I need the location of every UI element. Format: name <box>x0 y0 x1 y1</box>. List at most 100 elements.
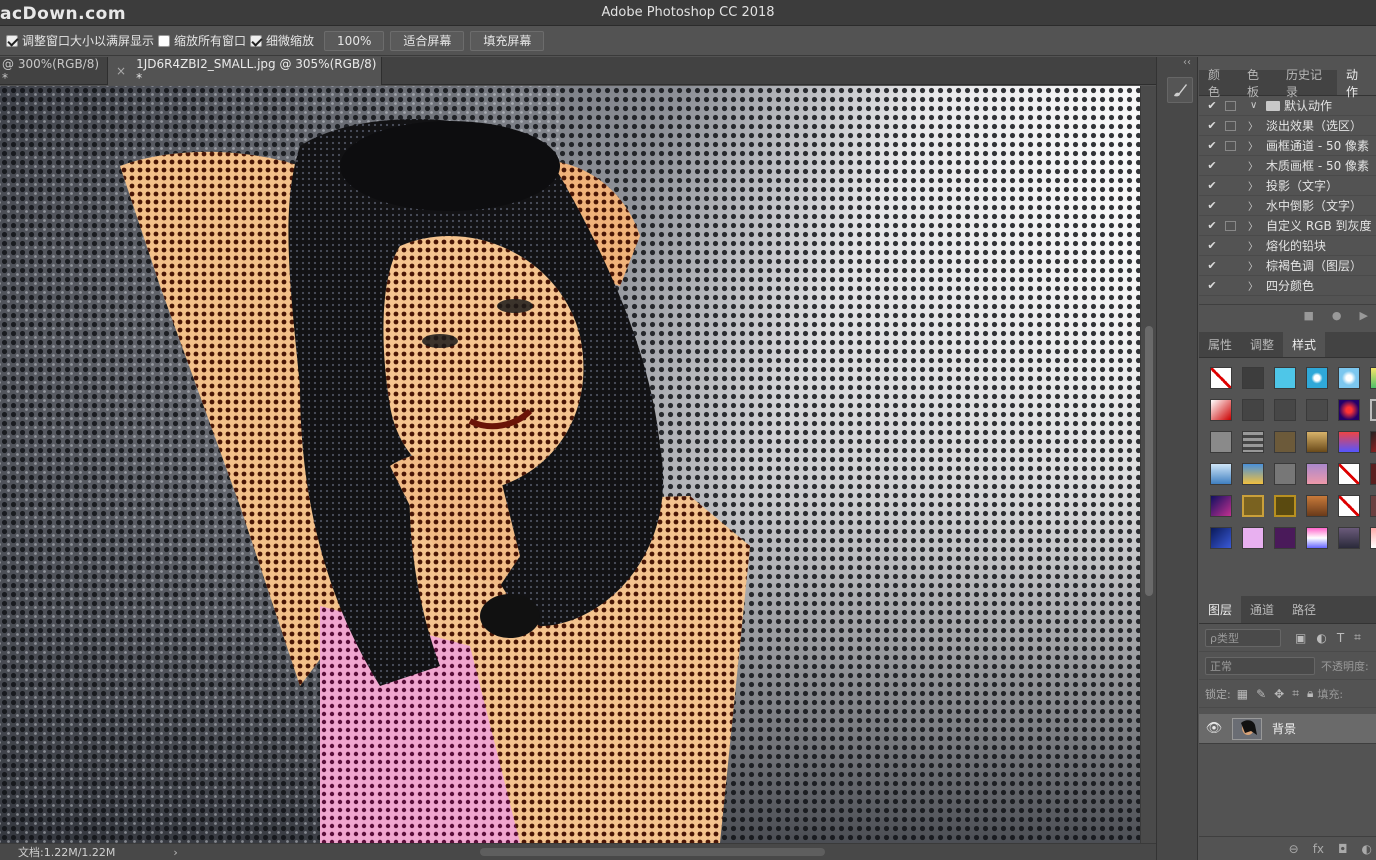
action-row[interactable]: ✔ 〉自定义 RGB 到灰度 <box>1199 216 1376 236</box>
lock-all-icon[interactable]: 🔒︎ <box>1307 686 1313 701</box>
document-canvas[interactable] <box>0 86 1140 843</box>
style-swatch[interactable] <box>1242 495 1264 517</box>
brush-preset-button[interactable] <box>1167 77 1193 103</box>
stop-icon[interactable]: ■ <box>1304 309 1314 322</box>
style-swatch[interactable] <box>1370 495 1376 517</box>
style-swatch[interactable] <box>1210 367 1232 389</box>
fill-screen-button[interactable]: 填充屏幕 <box>470 30 545 51</box>
chevron-right-icon[interactable]: 〉 <box>1248 238 1258 253</box>
shape-filter-icon[interactable]: ⌗ <box>1354 630 1361 645</box>
chevron-right-icon[interactable]: 〉 <box>1248 158 1258 173</box>
tab-swatches[interactable]: 色板 <box>1238 68 1277 99</box>
style-swatch[interactable] <box>1370 399 1376 421</box>
fit-screen-button[interactable]: 适合屏幕 <box>390 30 465 51</box>
zoom-all-windows-checkbox[interactable]: 缩放所有窗口 <box>158 32 246 49</box>
status-menu-arrow-icon[interactable]: › <box>173 846 177 859</box>
canvas-horizontal-scrollbar[interactable] <box>480 848 825 856</box>
scrollbar-thumb[interactable] <box>1145 326 1153 596</box>
chevron-right-icon[interactable]: 〉 <box>1248 138 1258 153</box>
dialog-toggle-icon[interactable] <box>1225 181 1236 191</box>
check-icon[interactable]: ✔ <box>1205 179 1219 192</box>
style-swatch[interactable] <box>1338 527 1360 549</box>
tab-channels[interactable]: 通道 <box>1241 596 1283 623</box>
image-filter-icon[interactable]: ▣ <box>1295 631 1306 645</box>
style-swatch[interactable] <box>1338 367 1360 389</box>
style-swatch[interactable] <box>1274 367 1296 389</box>
style-swatch[interactable] <box>1210 399 1232 421</box>
action-row[interactable]: ✔ 〉画框通道 - 50 像素 <box>1199 136 1376 156</box>
link-layers-icon[interactable]: ⊖ <box>1289 842 1299 856</box>
style-swatch[interactable] <box>1370 527 1376 549</box>
resize-windows-checkbox[interactable]: 调整窗口大小以满屏显示 <box>6 32 154 49</box>
document-tab-active[interactable]: × 1JD6R4ZBI2_SMALL.jpg @ 305%(RGB/8) * <box>108 57 382 85</box>
style-swatch[interactable] <box>1338 431 1360 453</box>
style-swatch[interactable] <box>1242 463 1264 485</box>
style-swatch[interactable] <box>1306 463 1328 485</box>
style-swatch[interactable] <box>1242 431 1264 453</box>
style-swatch[interactable] <box>1338 495 1360 517</box>
action-set-row[interactable]: ✔ ∨ 默认动作 <box>1199 96 1376 116</box>
style-swatch[interactable] <box>1210 495 1232 517</box>
tab-layers[interactable]: 图层 <box>1199 596 1242 623</box>
action-row[interactable]: ✔ 〉四分颜色 <box>1199 276 1376 296</box>
dialog-toggle-icon[interactable] <box>1225 161 1236 171</box>
style-swatch[interactable] <box>1274 431 1296 453</box>
lock-position-icon[interactable]: ✥ <box>1274 687 1284 701</box>
check-icon[interactable]: ✔ <box>1205 139 1219 152</box>
style-swatch[interactable] <box>1242 367 1264 389</box>
dialog-toggle-icon[interactable] <box>1225 201 1236 211</box>
eye-icon[interactable]: 👁︎ <box>1199 721 1229 736</box>
style-swatch[interactable] <box>1274 399 1296 421</box>
chevron-right-icon[interactable]: 〉 <box>1248 278 1258 293</box>
lock-artboard-icon[interactable]: ⌗ <box>1292 686 1299 701</box>
action-row[interactable]: ✔ 〉熔化的铅块 <box>1199 236 1376 256</box>
layer-mask-icon[interactable]: ◘ <box>1338 842 1348 856</box>
layer-row-background[interactable]: 👁︎ 背景 <box>1199 714 1376 744</box>
style-swatch[interactable] <box>1306 399 1328 421</box>
dialog-toggle-icon[interactable] <box>1225 220 1236 231</box>
style-swatch[interactable] <box>1338 399 1360 421</box>
style-swatch[interactable] <box>1210 463 1232 485</box>
action-row[interactable]: ✔ 〉投影（文字） <box>1199 176 1376 196</box>
check-icon[interactable]: ✔ <box>1205 159 1219 172</box>
dialog-toggle-icon[interactable] <box>1225 281 1236 291</box>
check-icon[interactable]: ✔ <box>1205 119 1219 132</box>
style-swatch[interactable] <box>1274 495 1296 517</box>
zoom-100-button[interactable]: 100% <box>324 30 385 51</box>
check-icon[interactable]: ✔ <box>1205 279 1219 292</box>
blend-mode-select[interactable]: 正常 <box>1205 656 1315 675</box>
action-row[interactable]: ✔ 〉水中倒影（文字） <box>1199 196 1376 216</box>
style-swatch[interactable] <box>1370 463 1376 485</box>
layer-style-icon[interactable]: fx <box>1313 842 1324 856</box>
document-tab-1[interactable]: @ 300%(RGB/8) * <box>0 57 108 85</box>
style-swatch[interactable] <box>1242 399 1264 421</box>
chevron-right-icon[interactable]: 〉 <box>1248 178 1258 193</box>
action-row[interactable]: ✔ 〉木质画框 - 50 像素 <box>1199 156 1376 176</box>
chevron-right-icon[interactable]: 〉 <box>1248 258 1258 273</box>
scrubby-zoom-checkbox[interactable]: 细微缩放 <box>250 32 314 49</box>
collapse-panels-icon[interactable]: ‹‹ <box>1183 57 1191 68</box>
style-swatch[interactable] <box>1210 527 1232 549</box>
type-filter-icon[interactable]: T <box>1337 631 1344 645</box>
tab-adjustments[interactable]: 调整 <box>1241 332 1283 357</box>
dialog-toggle-icon[interactable] <box>1225 241 1236 251</box>
layer-filter-select[interactable]: ρ类型 <box>1205 628 1281 647</box>
dialog-toggle-icon[interactable] <box>1225 140 1236 151</box>
style-swatch[interactable] <box>1306 367 1328 389</box>
play-icon[interactable]: ▶ <box>1360 309 1368 322</box>
check-icon[interactable]: ✔ <box>1205 239 1219 252</box>
chevron-right-icon[interactable]: 〉 <box>1248 118 1258 133</box>
tab-paths[interactable]: 路径 <box>1283 596 1325 623</box>
style-swatch[interactable] <box>1306 527 1328 549</box>
dialog-toggle-icon[interactable] <box>1225 100 1236 111</box>
tab-properties[interactable]: 属性 <box>1199 332 1241 357</box>
tab-styles[interactable]: 样式 <box>1283 332 1326 357</box>
action-row[interactable]: ✔ 〉淡出效果（选区） <box>1199 116 1376 136</box>
style-swatch[interactable] <box>1274 463 1296 485</box>
style-swatch[interactable] <box>1306 431 1328 453</box>
adjustment-filter-icon[interactable]: ◐ <box>1316 631 1326 645</box>
adjustment-layer-icon[interactable]: ◐ <box>1362 842 1372 856</box>
action-row[interactable]: ✔ 〉棕褐色调（图层） <box>1199 256 1376 276</box>
style-swatch[interactable] <box>1306 495 1328 517</box>
dialog-toggle-icon[interactable] <box>1225 120 1236 131</box>
